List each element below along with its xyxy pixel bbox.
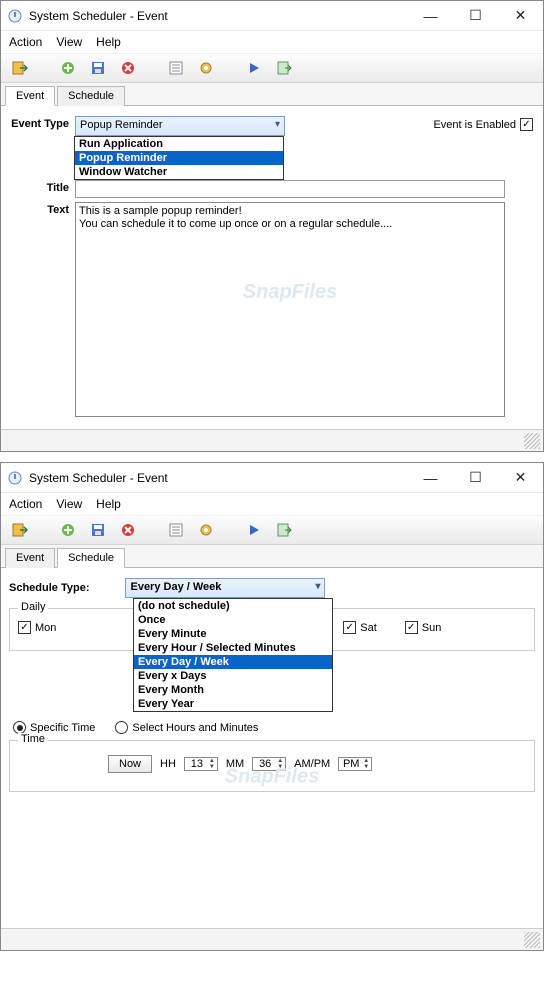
close-button[interactable]: ✕: [498, 1, 543, 31]
app-icon: [7, 8, 23, 24]
menu-help[interactable]: Help: [96, 497, 121, 511]
resize-grip[interactable]: [524, 433, 540, 449]
log-icon[interactable]: [271, 517, 297, 543]
exit-icon[interactable]: [7, 55, 33, 81]
day-sat-label: Sat: [360, 622, 377, 634]
enabled-label: Event is Enabled: [433, 119, 516, 131]
window-title: System Scheduler - Event: [29, 9, 408, 23]
text-input[interactable]: This is a sample popup reminder! You can…: [75, 202, 505, 417]
maximize-button[interactable]: ☐: [453, 1, 498, 31]
opt-do-not-schedule[interactable]: (do not schedule): [134, 599, 332, 613]
schedule-panel: Schedule Type: Every Day / Week (do not …: [1, 568, 543, 928]
specific-time-label: Specific Time: [30, 722, 95, 734]
ampm-spinner[interactable]: PM▲▼: [338, 757, 372, 771]
event-type-select[interactable]: Popup Reminder: [75, 116, 285, 136]
enabled-checkbox[interactable]: ✓: [520, 118, 533, 131]
menu-action[interactable]: Action: [9, 497, 42, 511]
day-mon-label: Mon: [35, 622, 56, 634]
tab-schedule[interactable]: Schedule: [57, 86, 125, 106]
resize-grip[interactable]: [524, 932, 540, 948]
menubar: Action View Help: [1, 31, 543, 53]
mm-spinner[interactable]: 36▲▼: [252, 757, 286, 771]
list-icon[interactable]: [163, 55, 189, 81]
exit-icon[interactable]: [7, 517, 33, 543]
toolbar: [1, 515, 543, 545]
opt-window-watcher[interactable]: Window Watcher: [75, 165, 283, 179]
menubar: Action View Help: [1, 493, 543, 515]
app-icon: [7, 470, 23, 486]
toolbar: [1, 53, 543, 83]
time-legend: Time: [18, 733, 48, 745]
ampm-label: AM/PM: [294, 758, 330, 770]
event-type-dropdown: Run Application Popup Reminder Window Wa…: [74, 136, 284, 180]
statusbar: [1, 928, 543, 950]
close-button[interactable]: ✕: [498, 463, 543, 493]
mm-label: MM: [226, 758, 244, 770]
log-icon[interactable]: [271, 55, 297, 81]
titlebar: System Scheduler - Event — ☐ ✕: [1, 1, 543, 31]
event-enabled: Event is Enabled ✓: [433, 118, 533, 131]
watermark: SnapFiles: [243, 280, 337, 304]
gear-icon[interactable]: [193, 55, 219, 81]
maximize-button[interactable]: ☐: [453, 463, 498, 493]
delete-icon[interactable]: [115, 55, 141, 81]
schedule-type-select[interactable]: Every Day / Week: [125, 578, 325, 598]
select-hours-label: Select Hours and Minutes: [132, 722, 258, 734]
statusbar: [1, 429, 543, 451]
day-sun-label: Sun: [422, 622, 442, 634]
tabs: Event Schedule: [1, 83, 543, 106]
opt-every-day-week[interactable]: Every Day / Week: [134, 655, 332, 669]
menu-help[interactable]: Help: [96, 35, 121, 49]
gear-icon[interactable]: [193, 517, 219, 543]
now-button[interactable]: Now: [108, 755, 152, 773]
minimize-button[interactable]: —: [408, 463, 453, 493]
add-icon[interactable]: [55, 55, 81, 81]
delete-icon[interactable]: [115, 517, 141, 543]
window-event-tab: System Scheduler - Event — ☐ ✕ Action Vi…: [0, 0, 544, 452]
save-icon[interactable]: [85, 517, 111, 543]
event-type-label: Event Type: [9, 116, 75, 130]
opt-run-application[interactable]: Run Application: [75, 137, 283, 151]
tabs: Event Schedule: [1, 545, 543, 568]
day-mon[interactable]: ✓Mon: [18, 621, 56, 634]
text-label: Text: [9, 202, 75, 216]
hh-spinner[interactable]: 13▲▼: [184, 757, 218, 771]
run-icon[interactable]: [241, 55, 267, 81]
opt-once[interactable]: Once: [134, 613, 332, 627]
menu-action[interactable]: Action: [9, 35, 42, 49]
opt-every-x-days[interactable]: Every x Days: [134, 669, 332, 683]
minimize-button[interactable]: —: [408, 1, 453, 31]
radio-select-hours[interactable]: Select Hours and Minutes: [115, 721, 258, 734]
daily-legend: Daily: [18, 601, 48, 613]
window-schedule-tab: System Scheduler - Event — ☐ ✕ Action Vi…: [0, 462, 544, 951]
day-sun[interactable]: ✓Sun: [405, 621, 442, 634]
add-icon[interactable]: [55, 517, 81, 543]
opt-every-month[interactable]: Every Month: [134, 683, 332, 697]
window-title: System Scheduler - Event: [29, 471, 408, 485]
opt-every-minute[interactable]: Every Minute: [134, 627, 332, 641]
tab-event[interactable]: Event: [5, 86, 55, 106]
menu-view[interactable]: View: [56, 35, 82, 49]
titlebar: System Scheduler - Event — ☐ ✕: [1, 463, 543, 493]
opt-popup-reminder[interactable]: Popup Reminder: [75, 151, 283, 165]
menu-view[interactable]: View: [56, 497, 82, 511]
opt-every-hour[interactable]: Every Hour / Selected Minutes: [134, 641, 332, 655]
tab-event[interactable]: Event: [5, 548, 55, 568]
day-sat[interactable]: ✓Sat: [343, 621, 377, 634]
hh-label: HH: [160, 758, 176, 770]
schedule-type-label: Schedule Type:: [9, 582, 89, 594]
text-content: This is a sample popup reminder! You can…: [79, 205, 392, 230]
list-icon[interactable]: [163, 517, 189, 543]
event-panel: Event is Enabled ✓ Event Type Popup Remi…: [1, 106, 543, 429]
title-input[interactable]: [75, 180, 505, 198]
run-icon[interactable]: [241, 517, 267, 543]
time-fieldset: Time Now HH 13▲▼ MM 36▲▼ AM/PM PM▲▼: [9, 740, 535, 792]
schedule-type-dropdown: (do not schedule) Once Every Minute Ever…: [133, 598, 333, 712]
title-label: Title: [9, 180, 75, 194]
opt-every-year[interactable]: Every Year: [134, 697, 332, 711]
tab-schedule[interactable]: Schedule: [57, 548, 125, 568]
save-icon[interactable]: [85, 55, 111, 81]
